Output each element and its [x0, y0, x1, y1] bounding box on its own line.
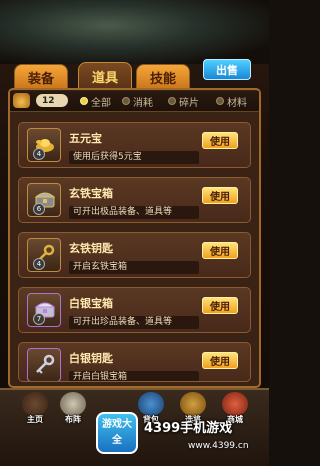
game-bag-screen: 装备 道具 技能 出售 12 全部 消耗 碎片 材料 4 五元宝 使用后获得5元… — [0, 0, 269, 466]
home-icon — [22, 392, 48, 416]
item-description: 开启白银宝箱 — [69, 371, 199, 381]
list-item: 4 五元宝 使用后获得5元宝 使用 — [18, 122, 251, 168]
use-button[interactable]: 使用 — [202, 242, 238, 259]
tab-items[interactable]: 道具 — [78, 62, 132, 90]
filter-consumable[interactable]: 消耗 — [122, 91, 153, 111]
use-button[interactable]: 使用 — [202, 352, 238, 369]
sell-button[interactable]: 出售 — [203, 59, 251, 80]
item-name: 白银宝箱 — [69, 297, 113, 310]
use-button[interactable]: 使用 — [202, 132, 238, 149]
item-quantity: 4 — [33, 258, 45, 270]
watermark: 游戏大全 4399手机游戏 www.4399.cn — [88, 408, 269, 466]
item-name: 五元宝 — [69, 132, 102, 145]
filter-label: 消耗 — [133, 97, 153, 109]
item-name: 玄铁钥匙 — [69, 242, 113, 255]
item-name: 玄铁宝箱 — [69, 187, 113, 200]
iron-chest-icon: 6 — [27, 183, 61, 217]
gold-ingot-icon: 4 — [27, 128, 61, 162]
item-count: 12 — [36, 94, 68, 107]
radio-icon — [168, 97, 176, 105]
use-button[interactable]: 使用 — [202, 297, 238, 314]
filter-label: 材料 — [227, 97, 247, 109]
bag-icon — [13, 93, 30, 108]
list-item: 7 白银宝箱 可开出珍品装备、道具等 使用 — [18, 287, 251, 333]
watermark-title: 4399手机游戏 — [144, 421, 233, 436]
filter-label: 全部 — [91, 97, 111, 109]
silver-key-icon — [27, 348, 61, 381]
item-quantity: 4 — [33, 148, 45, 160]
nav-formation[interactable]: 布阵 — [56, 392, 90, 432]
tab-equipment[interactable]: 装备 — [14, 64, 68, 90]
nav-home[interactable]: 主页 — [18, 392, 52, 432]
radio-icon — [216, 97, 224, 105]
list-item: 4 玄铁钥匙 开启玄铁宝箱 使用 — [18, 232, 251, 278]
header-background — [0, 0, 269, 64]
item-description: 可开出极品装备、道具等 — [69, 206, 199, 219]
filter-label: 碎片 — [179, 97, 199, 109]
filter-material[interactable]: 材料 — [216, 91, 247, 111]
item-quantity: 7 — [33, 313, 45, 325]
item-description: 可开出珍品装备、道具等 — [69, 316, 199, 329]
list-item: 6 玄铁宝箱 可开出极品装备、道具等 使用 — [18, 177, 251, 223]
iron-key-icon: 4 — [27, 238, 61, 272]
nav-label: 主页 — [27, 415, 43, 424]
silver-chest-icon: 7 — [27, 293, 61, 327]
formation-icon — [60, 392, 86, 416]
watermark-url: www.4399.cn — [188, 441, 249, 451]
item-description: 开启玄铁宝箱 — [69, 261, 199, 274]
item-description: 使用后获得5元宝 — [69, 151, 199, 164]
watermark-logo: 游戏大全 — [96, 412, 138, 454]
filter-all[interactable]: 全部 — [80, 91, 111, 111]
tab-skills[interactable]: 技能 — [136, 64, 190, 90]
use-button[interactable]: 使用 — [202, 187, 238, 204]
radio-icon — [80, 97, 88, 105]
radio-icon — [122, 97, 130, 105]
item-name: 白银钥匙 — [69, 352, 113, 365]
filter-fragment[interactable]: 碎片 — [168, 91, 199, 111]
list-item: 白银钥匙 开启白银宝箱 使用 — [18, 342, 251, 382]
item-quantity: 6 — [33, 203, 45, 215]
nav-label: 布阵 — [65, 415, 81, 424]
